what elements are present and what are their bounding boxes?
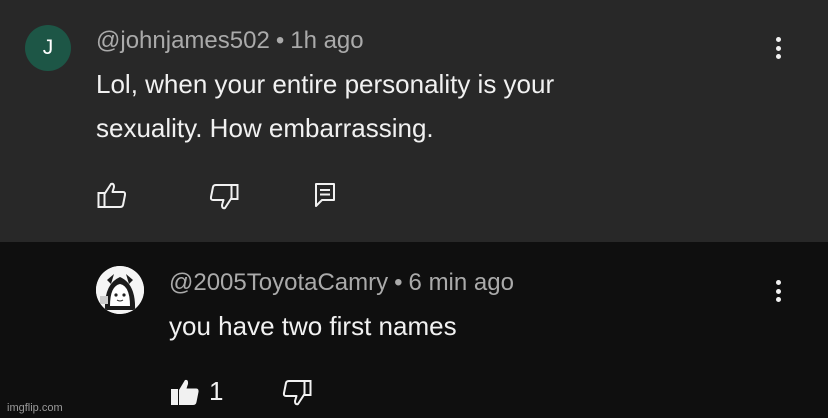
reply-text: you have two first names: [169, 311, 457, 341]
avatar[interactable]: [96, 266, 144, 314]
avatar[interactable]: J: [25, 25, 71, 71]
comment-meta: @johnjames502 • 1h ago: [96, 27, 364, 55]
anime-avatar-icon: [96, 266, 144, 314]
meta-separator: •: [275, 27, 285, 54]
dislike-icon[interactable]: [282, 379, 312, 407]
reply-like-count: 1: [209, 376, 224, 406]
meta-separator: •: [394, 269, 403, 296]
more-icon[interactable]: [776, 280, 782, 302]
reply-username[interactable]: @2005ToyotaCamry: [169, 269, 388, 296]
comment-text: Lol, when your entire personality is you…: [96, 62, 554, 150]
reply-meta: @2005ToyotaCamry • 6 min ago: [169, 269, 514, 297]
comment-text-line: Lol, when your entire personality is you…: [96, 69, 555, 99]
reply-timestamp[interactable]: 6 min ago: [409, 269, 514, 296]
comment-username[interactable]: @johnjames502: [96, 27, 270, 54]
watermark: imgflip.com: [7, 402, 63, 414]
avatar-letter: J: [42, 36, 54, 59]
comment-text-line: sexuality. How embarrassing.: [96, 113, 434, 143]
like-filled-icon[interactable]: [170, 378, 200, 406]
more-icon[interactable]: [776, 37, 782, 59]
dislike-icon[interactable]: [209, 183, 239, 211]
comment-timestamp[interactable]: 1h ago: [290, 27, 363, 54]
reply-icon[interactable]: [314, 182, 336, 208]
like-icon[interactable]: [97, 181, 127, 209]
